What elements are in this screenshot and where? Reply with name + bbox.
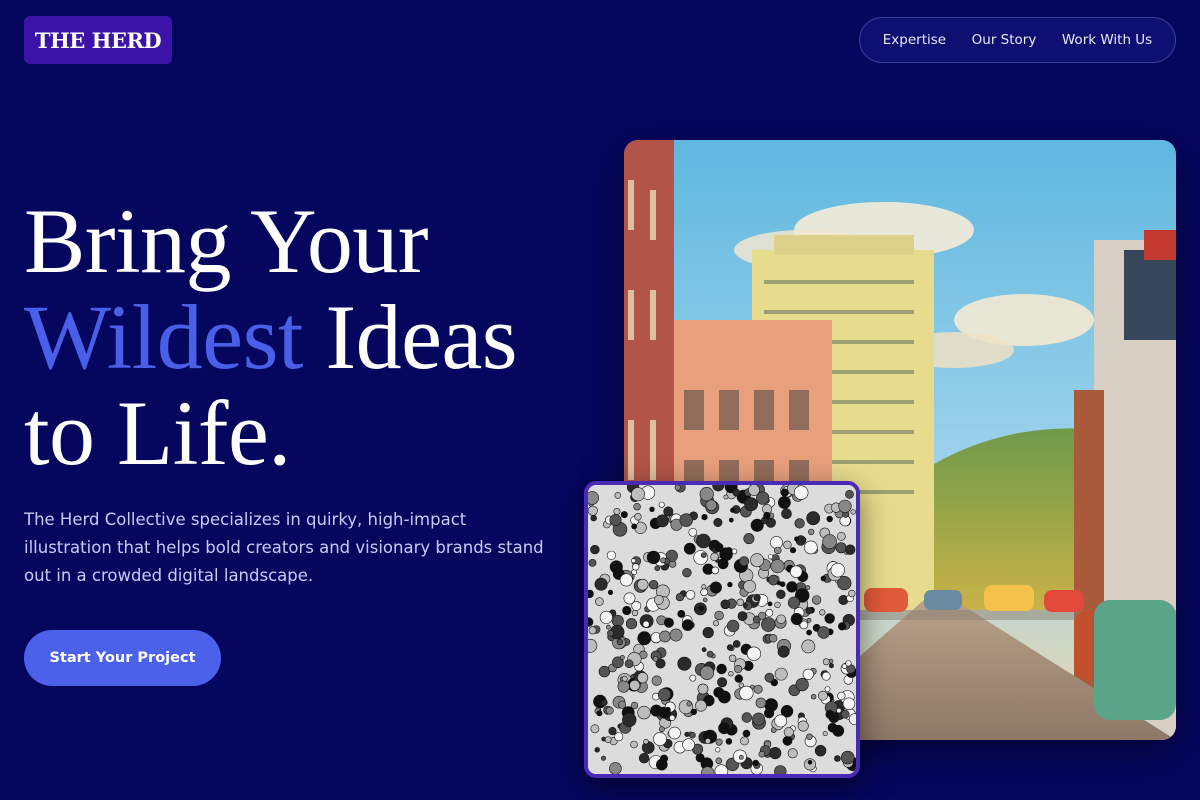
hero-description: The Herd Collective specializes in quirk… — [24, 510, 544, 585]
headline-line-2-rest: Ideas — [302, 286, 518, 388]
headline-line-1: Bring Your — [24, 190, 429, 292]
nav-item-work-with-us[interactable]: Work With Us — [1062, 32, 1152, 48]
headline-accent-word: Wildest — [24, 286, 303, 388]
main-nav: Expertise Our Story Work With Us — [859, 17, 1176, 63]
headline-line-3: to Life. — [24, 382, 291, 484]
nav-item-expertise[interactable]: Expertise — [883, 32, 946, 48]
brand-logo[interactable]: THE HERD — [24, 16, 172, 64]
nav-item-our-story[interactable]: Our Story — [972, 32, 1037, 48]
landing-page: THE HERD Expertise Our Story Work With U… — [0, 0, 1200, 800]
hero-headline: Bring Your Wildest Ideas to Life. — [24, 190, 518, 484]
start-project-button[interactable]: Start Your Project — [24, 630, 221, 686]
inset-image-doodle-pattern — [584, 481, 860, 778]
doodle-pattern-illustration — [588, 485, 856, 774]
